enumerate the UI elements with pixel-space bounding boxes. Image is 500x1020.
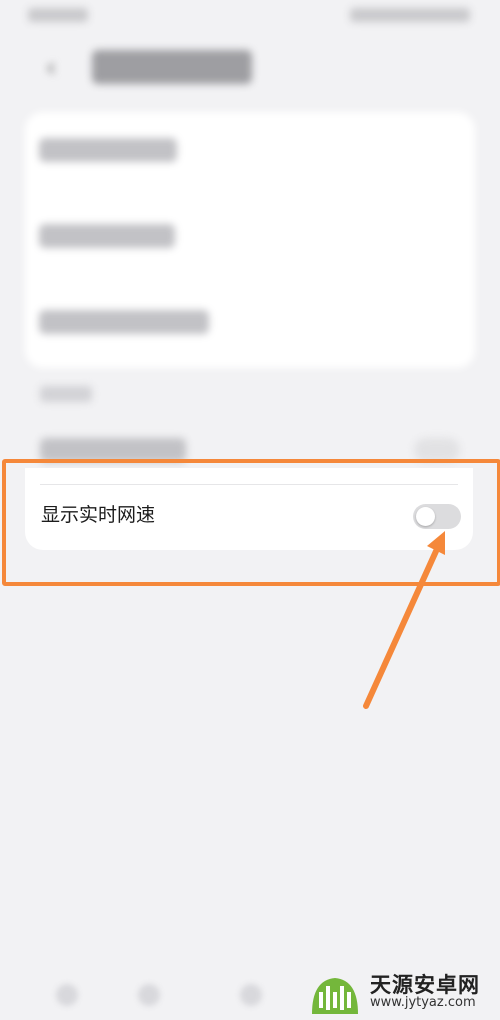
settings-card bbox=[25, 112, 475, 368]
watermark: 天源安卓网 www.jytyaz.com bbox=[300, 966, 500, 1020]
blurred-settings-area: ‹ bbox=[0, 0, 500, 470]
android-robot-icon bbox=[312, 978, 358, 1014]
back-icon[interactable]: ‹ bbox=[36, 54, 66, 82]
section-label bbox=[40, 386, 92, 402]
status-bar bbox=[0, 0, 500, 30]
settings-item[interactable] bbox=[39, 224, 175, 248]
nav-button[interactable] bbox=[138, 984, 160, 1006]
watermark-url: www.jytyaz.com bbox=[370, 995, 476, 1010]
highlight-box bbox=[2, 459, 500, 586]
status-icons bbox=[350, 8, 470, 22]
nav-button[interactable] bbox=[56, 984, 78, 1006]
page-title bbox=[92, 50, 252, 84]
status-time bbox=[28, 8, 88, 22]
settings-item[interactable] bbox=[39, 138, 177, 162]
settings-item[interactable] bbox=[39, 310, 209, 334]
nav-button[interactable] bbox=[240, 984, 262, 1006]
